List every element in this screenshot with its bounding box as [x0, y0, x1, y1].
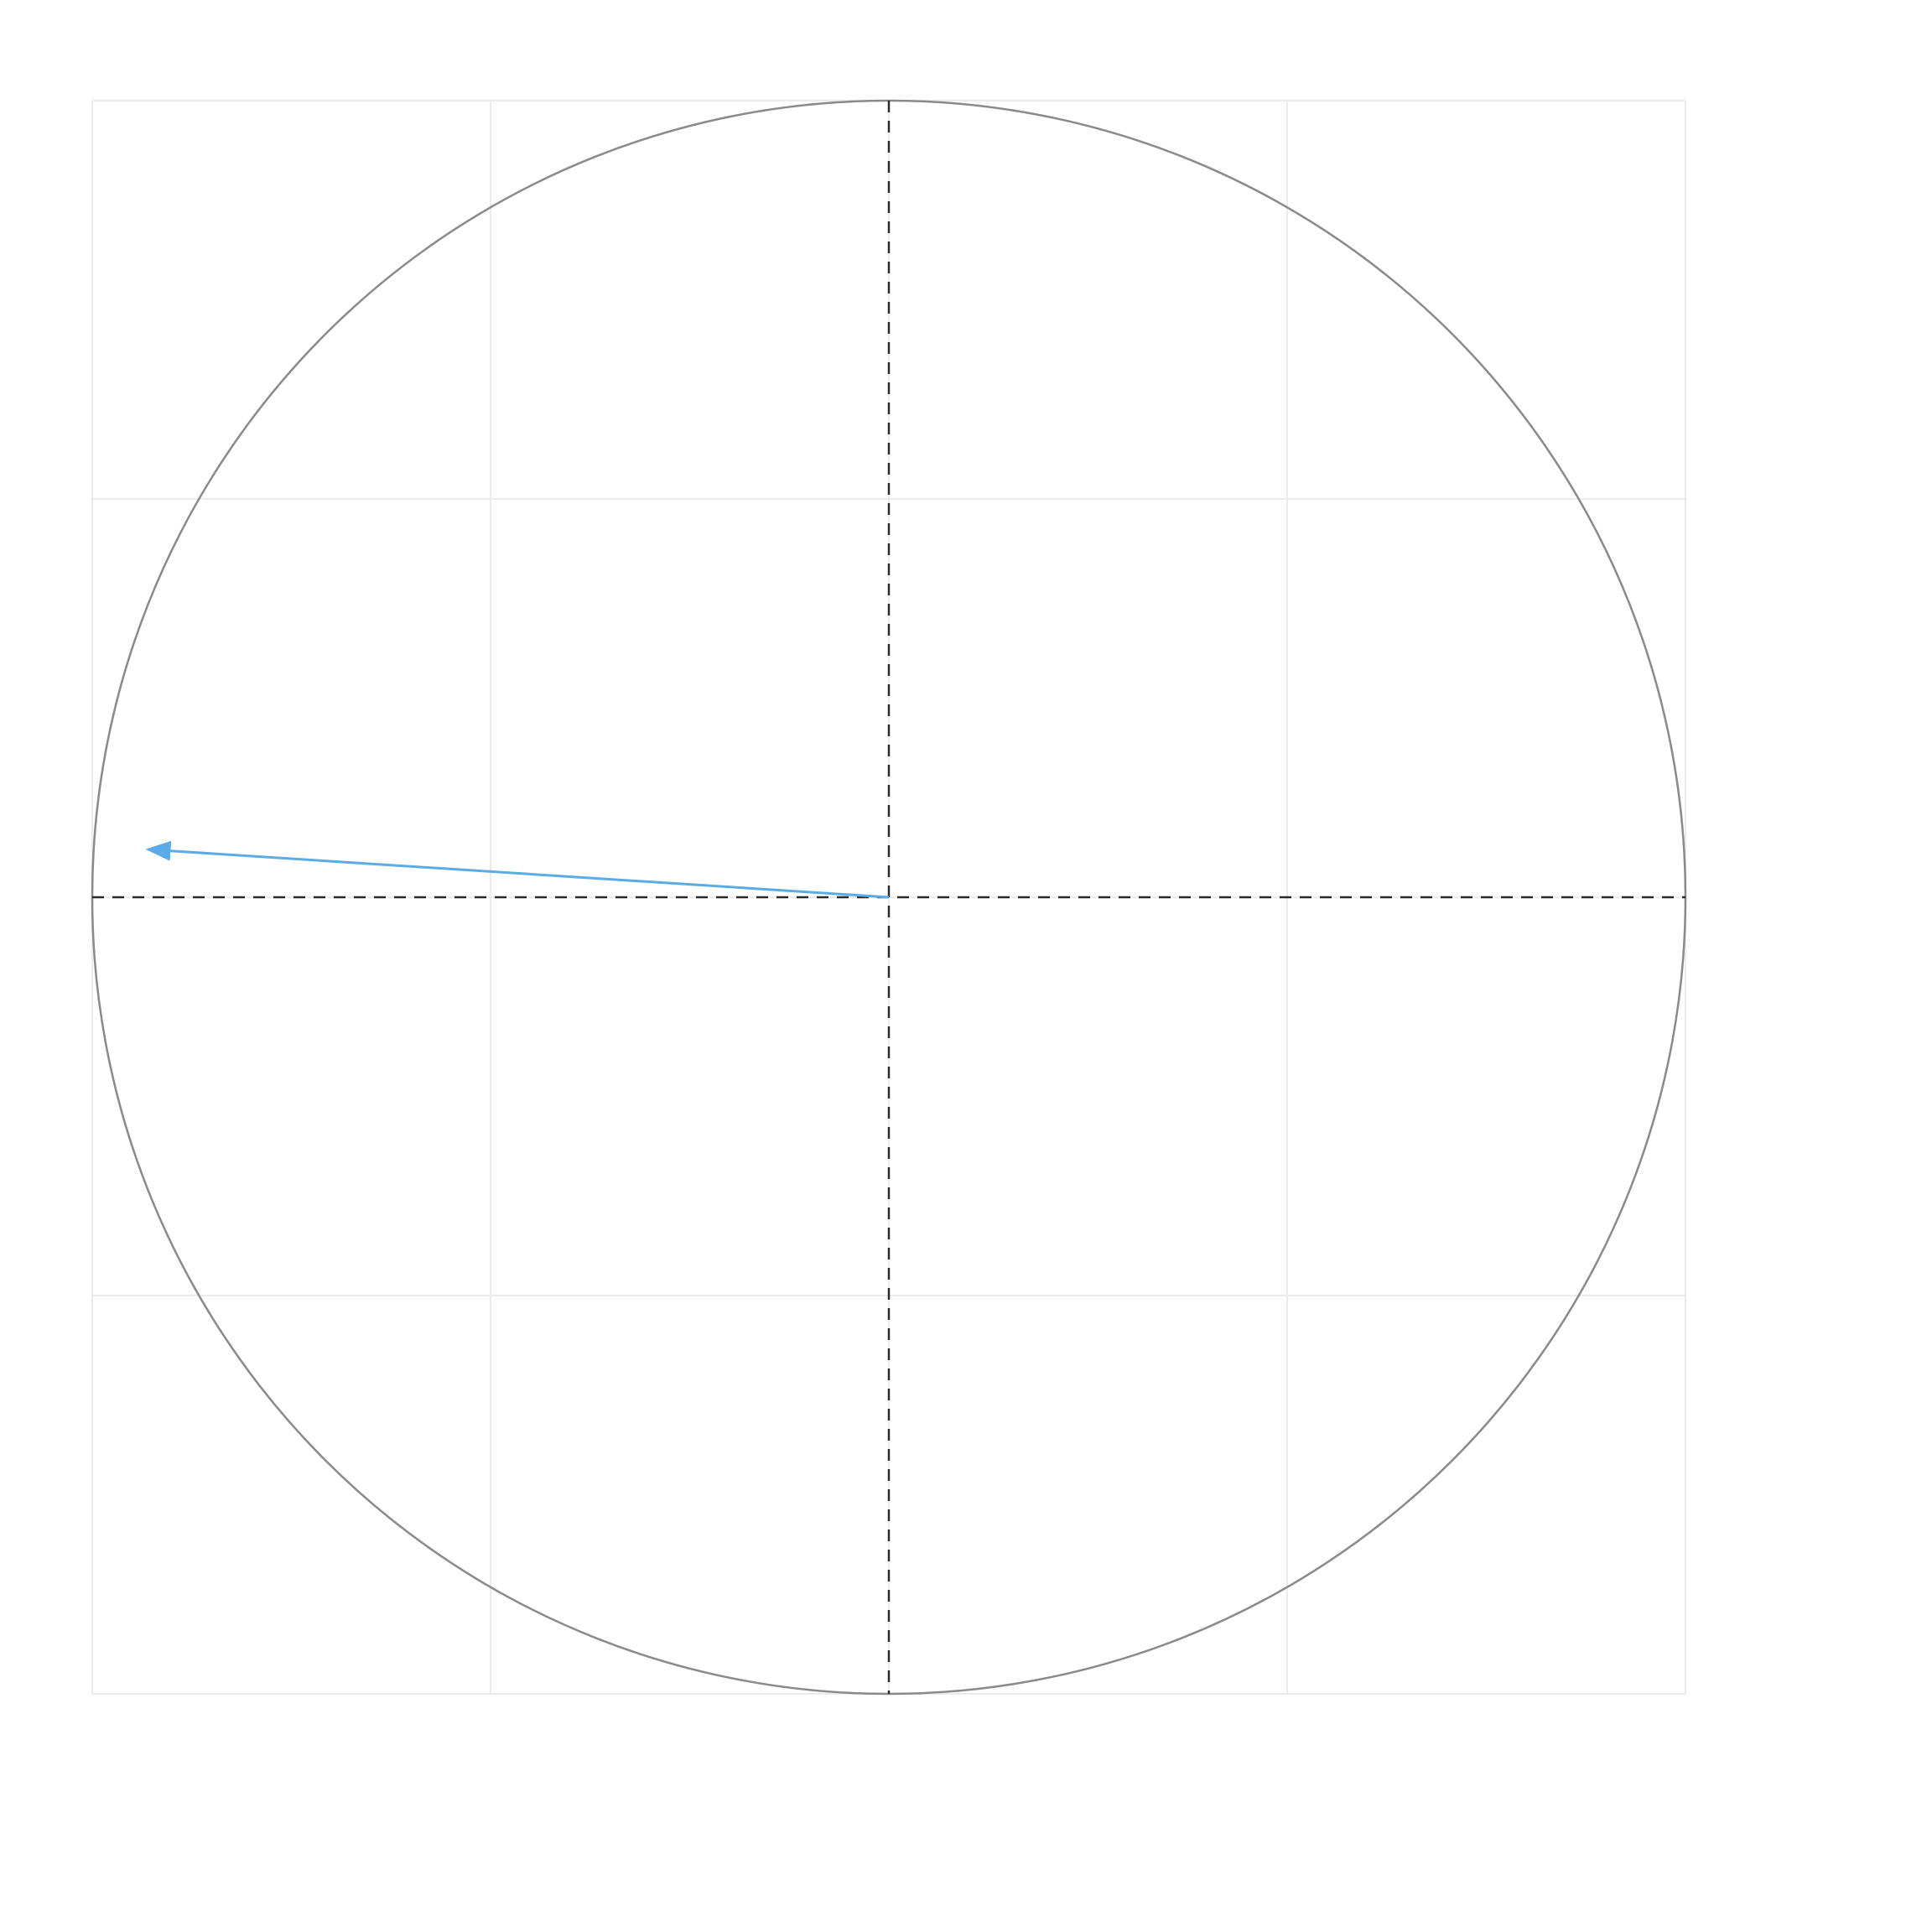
- chart-container: { "chart_data": { "type": "pca_biplot", …: [0, 0, 1932, 1932]
- pca-biplot: [0, 0, 1932, 1932]
